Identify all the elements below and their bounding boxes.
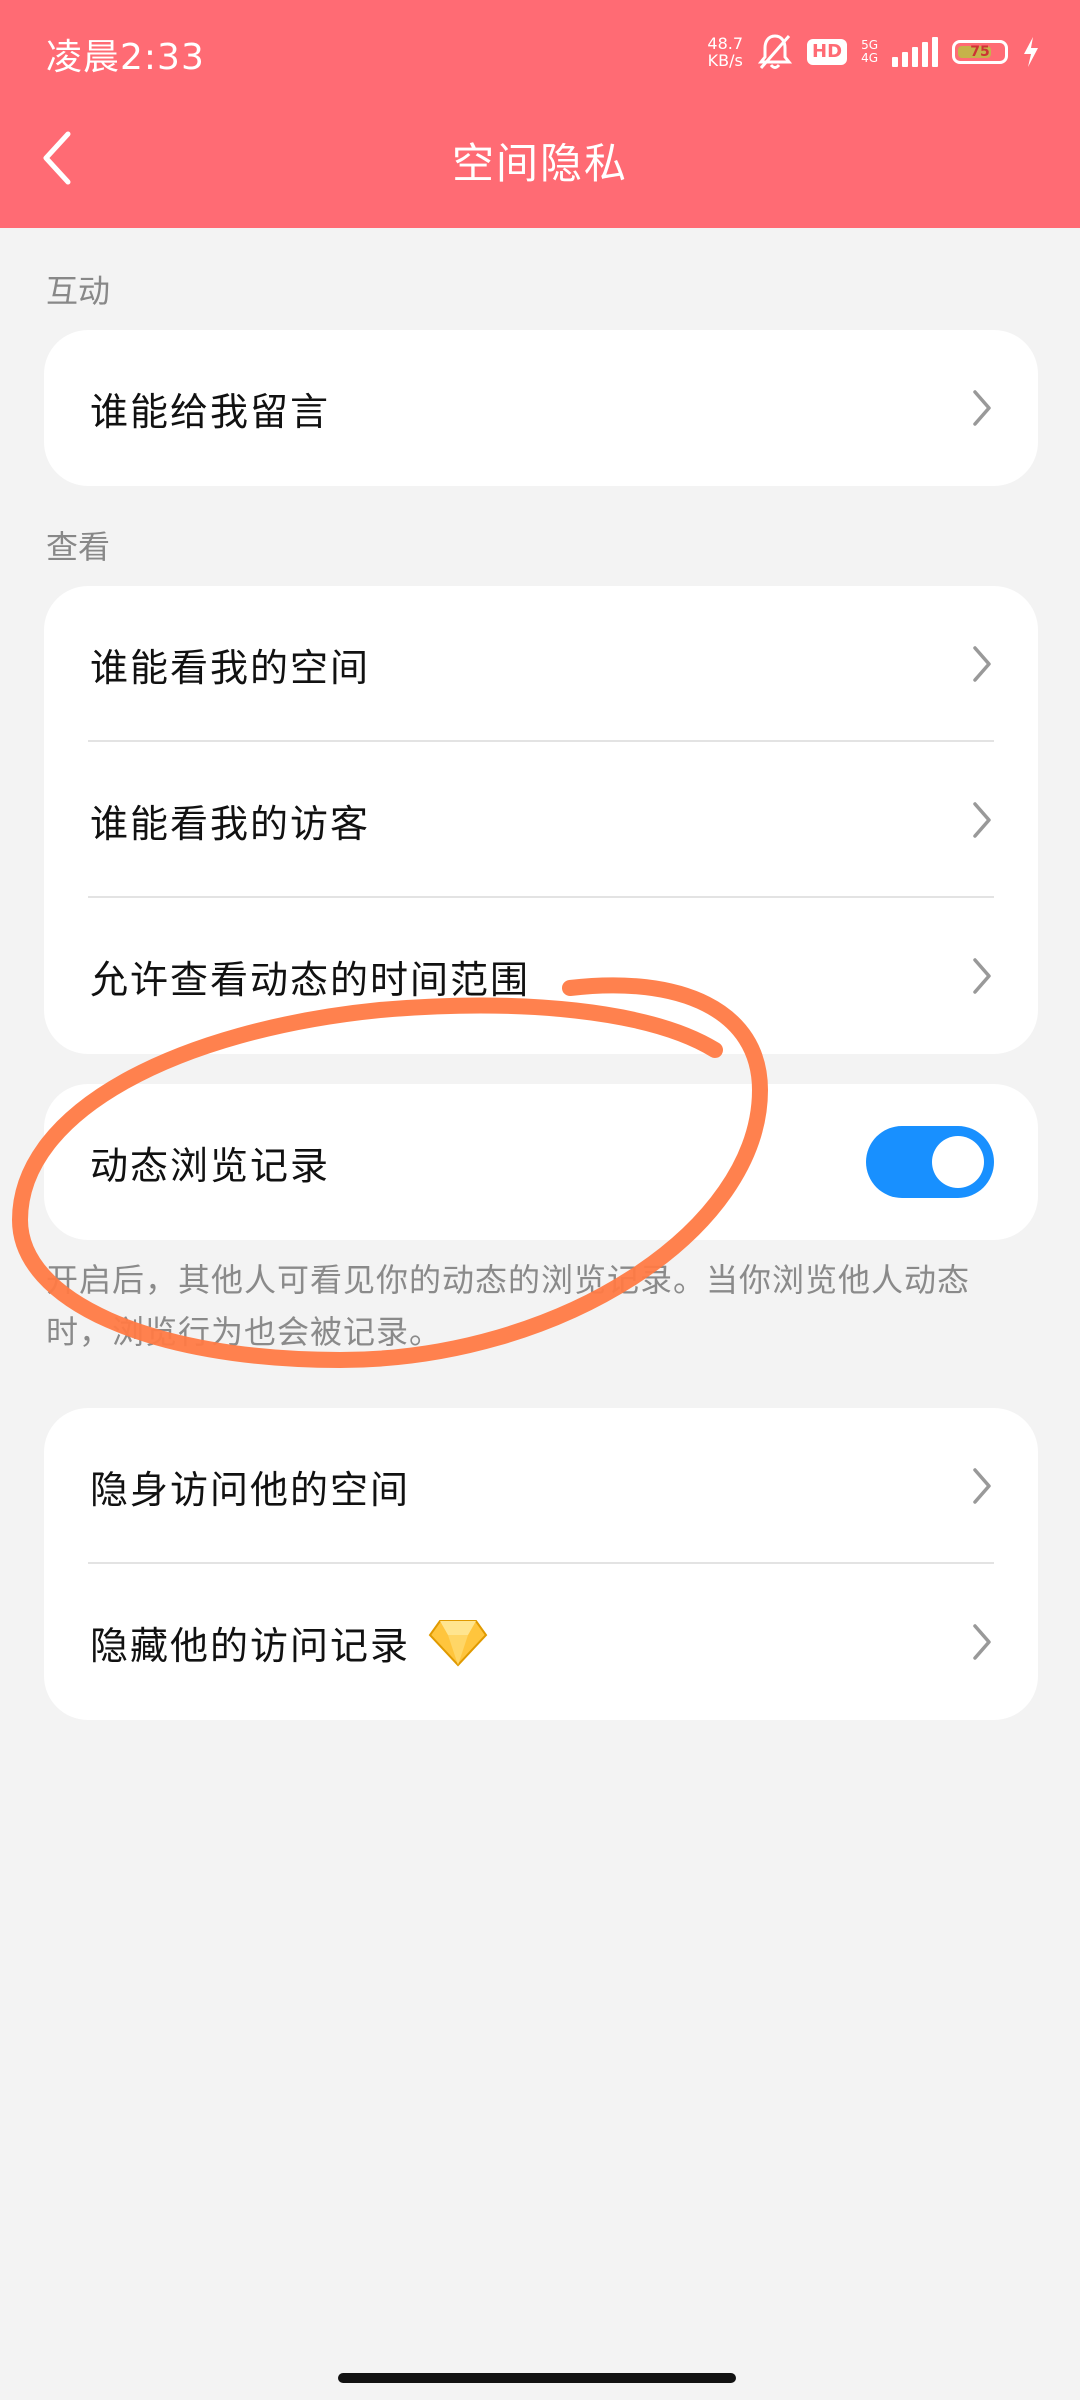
- section-label-view: 查看: [46, 528, 111, 566]
- status-time: 凌晨2:33: [46, 37, 205, 78]
- row-label: 隐藏他的访问记录: [90, 1623, 411, 1668]
- visit-card: 隐身访问他的空间 隐藏他的访问记录: [44, 1408, 1038, 1720]
- row-hide-visit-record[interactable]: 隐藏他的访问记录: [44, 1564, 1038, 1720]
- row-time-range[interactable]: 允许查看动态的时间范围: [44, 898, 1038, 1054]
- chevron-right-icon: [973, 390, 991, 426]
- battery-level: 75: [970, 44, 990, 60]
- row-label: 谁能看我的访客: [90, 801, 371, 846]
- row-browse-record: 动态浏览记录: [44, 1084, 1038, 1240]
- row-label: 隐身访问他的空间: [90, 1467, 411, 1512]
- chevron-right-icon: [973, 646, 991, 682]
- toggle-knob: [932, 1136, 984, 1188]
- battery-icon: 75: [952, 40, 1008, 64]
- row-view-space[interactable]: 谁能看我的空间: [44, 586, 1038, 742]
- home-indicator[interactable]: [338, 2373, 736, 2383]
- page-title: 空间隐私: [451, 139, 628, 188]
- row-message-permission[interactable]: 谁能给我留言: [44, 330, 1038, 486]
- browse-record-toggle[interactable]: [866, 1126, 994, 1198]
- chevron-right-icon: [973, 1468, 991, 1504]
- network-speed: 48.7 KB/s: [707, 34, 744, 70]
- row-label: 动态浏览记录: [90, 1143, 331, 1188]
- hd-badge: HD: [807, 39, 848, 65]
- row-view-visitors[interactable]: 谁能看我的访客: [44, 742, 1038, 898]
- app-header: 凌晨2:33 48.7 KB/s HD 5G 4G 75 空间隐私: [0, 0, 1080, 228]
- interaction-card: 谁能给我留言: [44, 330, 1038, 486]
- network-type: 5G 4G: [861, 38, 878, 65]
- row-label: 允许查看动态的时间范围: [90, 957, 531, 1002]
- chevron-right-icon: [973, 1624, 991, 1660]
- view-card: 谁能看我的空间 谁能看我的访客 允许查看动态的时间范围: [44, 586, 1038, 1054]
- diamond-icon: [428, 1620, 488, 1667]
- browse-record-description: 开启后，其他人可看见你的动态的浏览记录。当你浏览他人动态时，浏览行为也会被记录。: [46, 1261, 971, 1351]
- chevron-right-icon: [973, 802, 991, 838]
- section-label-interaction: 互动: [46, 272, 111, 310]
- row-label: 谁能看我的空间: [90, 645, 371, 690]
- row-label: 谁能给我留言: [90, 389, 331, 434]
- browse-record-card: 动态浏览记录: [44, 1084, 1038, 1240]
- signal-icon: [892, 37, 938, 67]
- chevron-right-icon: [973, 958, 991, 994]
- status-icons: 48.7 KB/s HD 5G 4G 75: [707, 30, 1040, 74]
- charging-icon: [1024, 37, 1038, 67]
- bell-muted-icon: [757, 34, 793, 69]
- row-invisible-visit[interactable]: 隐身访问他的空间: [44, 1408, 1038, 1564]
